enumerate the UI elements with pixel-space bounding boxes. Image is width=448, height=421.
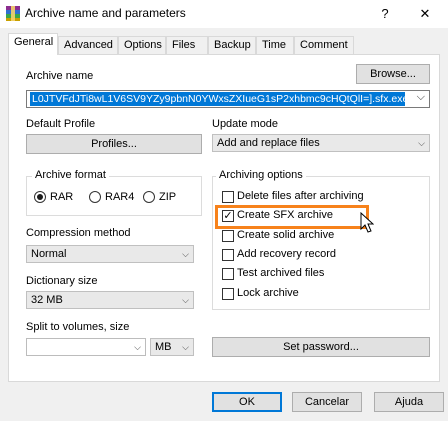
compression-method-select[interactable]: Normal ⌵ bbox=[26, 245, 194, 263]
compression-method-value: Normal bbox=[31, 248, 67, 260]
ok-button[interactable]: OK bbox=[212, 392, 282, 412]
recovery-record-checkbox[interactable] bbox=[222, 249, 234, 261]
tab-backup[interactable]: Backup bbox=[208, 36, 256, 54]
archive-name-value: L0JTVFdJTi8wL1V6SV9YZy9pbnN0YWxsZXIueG1s… bbox=[30, 92, 405, 106]
test-files-checkbox[interactable] bbox=[222, 268, 234, 280]
chevron-down-icon: ⌵ bbox=[182, 295, 189, 305]
dictionary-size-value: 32 MB bbox=[31, 294, 63, 306]
update-mode-value: Add and replace files bbox=[217, 137, 320, 149]
delete-files-checkbox[interactable] bbox=[222, 191, 234, 203]
lock-archive-label[interactable]: Lock archive bbox=[237, 287, 299, 299]
chevron-down-icon: ⌵ bbox=[182, 342, 189, 352]
tab-advanced[interactable]: Advanced bbox=[58, 36, 118, 54]
split-volumes-label: Split to volumes, size bbox=[26, 321, 130, 333]
archive-name-label: Archive name bbox=[26, 70, 94, 82]
chevron-down-icon[interactable]: ⌵ bbox=[417, 91, 425, 104]
zip-radio[interactable] bbox=[143, 191, 155, 203]
zip-label[interactable]: ZIP bbox=[159, 191, 176, 203]
sfx-highlight-box bbox=[215, 205, 369, 229]
cancel-button[interactable]: Cancelar bbox=[292, 392, 362, 412]
rar-radio[interactable] bbox=[34, 191, 46, 203]
help-button[interactable]: ? bbox=[372, 4, 398, 24]
split-unit-value: MB bbox=[155, 341, 172, 353]
tab-time[interactable]: Time bbox=[256, 36, 294, 54]
tab-comment[interactable]: Comment bbox=[294, 36, 354, 54]
lock-archive-checkbox[interactable] bbox=[222, 288, 234, 300]
create-solid-label[interactable]: Create solid archive bbox=[237, 229, 334, 241]
mouse-cursor-icon bbox=[360, 211, 375, 237]
chevron-down-icon: ⌵ bbox=[134, 342, 141, 352]
set-password-button[interactable]: Set password... bbox=[212, 337, 430, 357]
rar4-label[interactable]: RAR4 bbox=[105, 191, 134, 203]
delete-files-label[interactable]: Delete files after archiving bbox=[237, 190, 364, 202]
recovery-record-label[interactable]: Add recovery record bbox=[237, 248, 336, 260]
rar-label[interactable]: RAR bbox=[50, 191, 73, 203]
tab-options[interactable]: Options bbox=[118, 36, 166, 54]
chevron-down-icon: ⌵ bbox=[418, 138, 425, 148]
archive-name-input[interactable]: L0JTVFdJTi8wL1V6SV9YZy9pbnN0YWxsZXIueG1s… bbox=[26, 90, 430, 108]
window-title: Archive name and parameters bbox=[25, 6, 186, 20]
close-icon: ✕ bbox=[419, 6, 431, 21]
chevron-down-icon: ⌵ bbox=[182, 249, 189, 259]
create-solid-checkbox[interactable] bbox=[222, 230, 234, 242]
archive-format-label: Archive format bbox=[32, 169, 109, 181]
split-unit-select[interactable]: MB ⌵ bbox=[150, 338, 194, 356]
help-footer-button[interactable]: Ajuda bbox=[374, 392, 444, 412]
update-mode-select[interactable]: Add and replace files ⌵ bbox=[212, 134, 430, 152]
winrar-archive-icon bbox=[6, 6, 20, 21]
dictionary-size-label: Dictionary size bbox=[26, 275, 98, 287]
browse-button[interactable]: Browse... bbox=[356, 64, 430, 84]
update-mode-label: Update mode bbox=[212, 118, 279, 130]
close-button[interactable]: ✕ bbox=[412, 4, 438, 24]
compression-method-label: Compression method bbox=[26, 227, 131, 239]
test-files-label[interactable]: Test archived files bbox=[237, 267, 324, 279]
tab-files[interactable]: Files bbox=[166, 36, 208, 54]
tab-general[interactable]: General bbox=[8, 33, 58, 55]
dictionary-size-select[interactable]: 32 MB ⌵ bbox=[26, 291, 194, 309]
rar4-radio[interactable] bbox=[89, 191, 101, 203]
split-size-input[interactable]: ⌵ bbox=[26, 338, 146, 356]
default-profile-label: Default Profile bbox=[26, 118, 96, 130]
archiving-options-label: Archiving options bbox=[216, 169, 306, 181]
profiles-button[interactable]: Profiles... bbox=[26, 134, 202, 154]
